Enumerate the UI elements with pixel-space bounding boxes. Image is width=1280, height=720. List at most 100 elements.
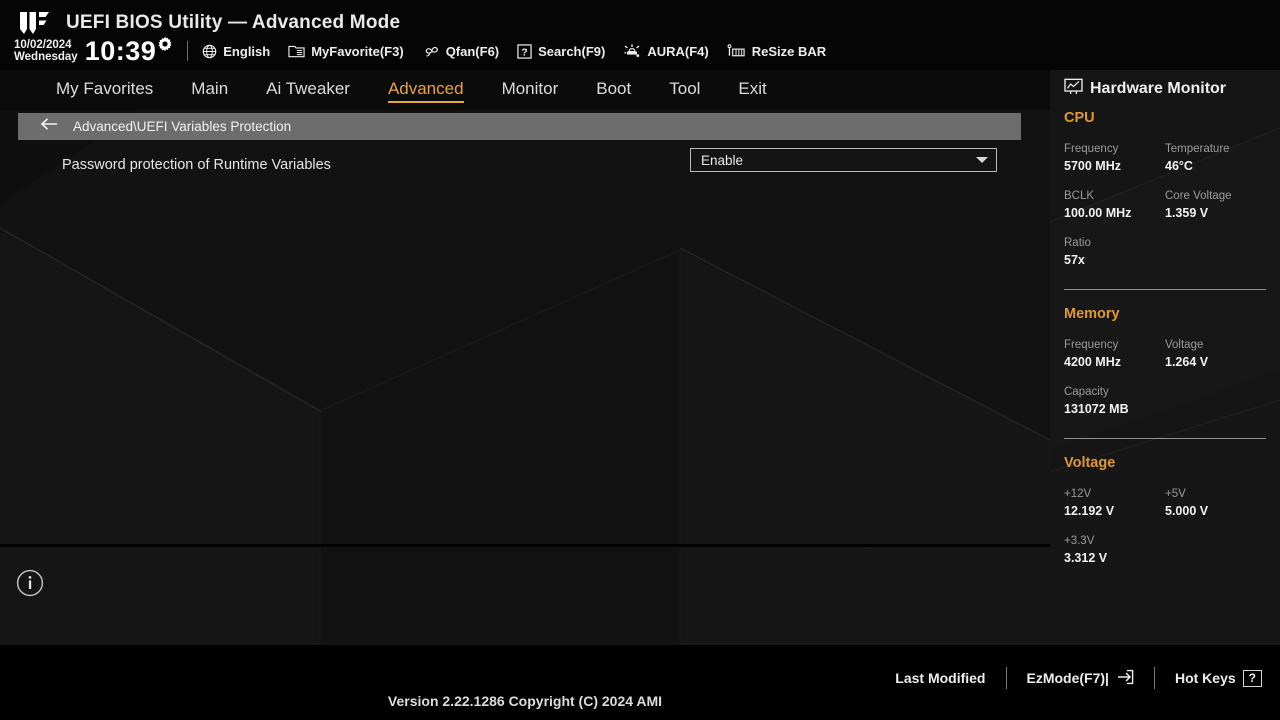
header-shortcut-label: English [223, 43, 271, 59]
ezmode-button[interactable]: EzMode(F7)| [1027, 669, 1134, 688]
hw-reading-key: Temperature [1165, 143, 1230, 155]
hw-reading: Core Voltage 1.359 V [1165, 189, 1266, 222]
tab-tool[interactable]: Tool [669, 79, 700, 101]
hw-readings-voltage: +12V 12.192 V +5V 5.000 V +3.3V 3.312 V [1064, 487, 1266, 581]
header-shortcut-search[interactable]: ? Search(F9) [517, 44, 605, 59]
password-protection-dropdown[interactable]: Enable [690, 148, 997, 172]
hw-reading: Temperature 46°C [1165, 142, 1266, 175]
content-panel: Advanced\UEFI Variables Protection Passw… [0, 110, 1050, 645]
header-shortcut-label: Qfan(F6) [445, 43, 500, 59]
setting-label: Password protection of Runtime Variables [62, 157, 331, 173]
title-row: UEFI BIOS Utility — Advanced Mode [18, 10, 400, 36]
tab-main[interactable]: Main [191, 79, 228, 101]
aura-light-icon [623, 43, 641, 59]
hw-reading-value: 46°C [1165, 159, 1193, 174]
header-shortcut-resize-bar[interactable]: ReSize BAR [727, 43, 826, 59]
question-box-icon: ? [517, 43, 532, 59]
weekday-text: Wednesday [14, 51, 78, 63]
hw-reading: Capacity 131072 MB [1064, 385, 1266, 418]
hw-reading-value: 57x [1064, 253, 1085, 268]
footer-divider [1153, 667, 1155, 689]
hw-reading-key: BCLK [1064, 190, 1095, 202]
hw-reading-key: Ratio [1064, 237, 1091, 249]
hot-keys-button[interactable]: Hot Keys ? [1174, 669, 1262, 687]
hw-reading-value: 131072 MB [1064, 402, 1129, 417]
clock-text: 10:39 [84, 36, 157, 66]
hw-reading-value: 1.359 V [1165, 206, 1209, 221]
hw-reading: +3.3V 3.312 V [1064, 534, 1266, 567]
hw-readings-memory: Frequency 4200 MHz Voltage 1.264 V Capac… [1064, 338, 1266, 432]
hw-reading-key: Core Voltage [1165, 190, 1232, 202]
hardware-monitor-body: CPU Frequency 5700 MHz Temperature 46°C … [1050, 110, 1280, 581]
chevron-down-icon [976, 157, 988, 163]
info-icon[interactable] [16, 569, 44, 602]
hw-reading-value: 100.00 MHz [1064, 206, 1132, 221]
hot-keys-label: Hot Keys [1174, 670, 1236, 686]
hw-reading: BCLK 100.00 MHz [1064, 189, 1165, 222]
resize-bar-icon [727, 43, 746, 59]
hw-section-title-cpu: CPU [1064, 110, 1095, 126]
date-display: 10/02/2024 Wednesday [14, 39, 78, 63]
tab-exit[interactable]: Exit [738, 79, 766, 101]
hw-reading-value: 1.264 V [1165, 355, 1209, 370]
fan-icon [422, 44, 440, 59]
tab-ai-tweaker[interactable]: Ai Tweaker [266, 79, 350, 101]
hardware-monitor-title: Hardware Monitor [1064, 78, 1226, 100]
last-modified-button[interactable]: Last Modified [895, 670, 985, 686]
header-shortcut-label: Search(F9) [538, 43, 606, 59]
help-area [0, 547, 1050, 645]
hardware-monitor-panel: Hardware Monitor CPU Frequency 5700 MHz … [1050, 70, 1280, 645]
header-shortcut-english[interactable]: English [202, 44, 270, 59]
hw-reading-key: +5V [1165, 488, 1186, 500]
exit-arrow-icon [1116, 669, 1134, 688]
breadcrumb[interactable]: Advanced\UEFI Variables Protection [18, 113, 1021, 140]
tab-boot[interactable]: Boot [596, 79, 631, 101]
tab-monitor[interactable]: Monitor [502, 79, 559, 101]
tuf-gaming-logo [18, 10, 52, 36]
globe-icon [202, 44, 217, 59]
hw-reading-key: Capacity [1064, 386, 1109, 398]
favorites-list-icon [288, 44, 305, 58]
setting-row-password-protection: Password protection of Runtime Variables… [0, 148, 1050, 182]
hw-reading-key: Voltage [1165, 339, 1204, 351]
hw-reading: Voltage 1.264 V [1165, 338, 1266, 371]
header-shortcut-myfavorite[interactable]: MyFavorite(F3) [288, 43, 404, 59]
header-shortcut-label: AURA(F4) [647, 43, 709, 59]
breadcrumb-path: Advanced\UEFI Variables Protection [73, 119, 292, 134]
hot-keys-badge: ? [1242, 669, 1262, 687]
date-text: 10/02/2024 [14, 38, 72, 51]
ezmode-label: EzMode(F7)| [1026, 670, 1109, 686]
back-arrow-icon[interactable] [40, 117, 59, 136]
header-shortcut-label: MyFavorite(F3) [311, 43, 404, 59]
version-text: Version 2.22.1286 Copyright (C) 2024 AMI [387, 693, 663, 709]
hw-reading: +5V 5.000 V [1165, 487, 1266, 520]
hardware-monitor-title-text: Hardware Monitor [1090, 80, 1227, 97]
svg-text:?: ? [521, 47, 527, 58]
header-meta-row: 10/02/2024 Wednesday 10:39 English MyFav… [14, 36, 826, 66]
hw-reading-value: 3.312 V [1064, 551, 1108, 566]
footer-bar: Last Modified EzMode(F7)| Hot Keys ? Ver… [0, 645, 1280, 720]
header-shortcut-label: ReSize BAR [751, 43, 827, 59]
header-shortcut-aura[interactable]: AURA(F4) [623, 43, 709, 59]
monitor-icon [1064, 78, 1083, 100]
hw-reading-key: +3.3V [1064, 535, 1095, 547]
hw-section-title-memory: Memory [1064, 306, 1120, 322]
header-divider [187, 41, 189, 61]
tab-my-favorites[interactable]: My Favorites [56, 79, 153, 101]
hw-separator [1064, 289, 1266, 290]
main-nav-tabs: My Favorites Main Ai Tweaker Advanced Mo… [0, 70, 1050, 110]
bios-screen: UEFI BIOS Utility — Advanced Mode 10/02/… [0, 0, 1280, 720]
dropdown-value: Enable [701, 152, 744, 168]
hw-reading-key: Frequency [1064, 339, 1119, 351]
hw-reading: Ratio 57x [1064, 236, 1266, 269]
hw-reading-key: Frequency [1064, 143, 1119, 155]
hw-reading: Frequency 4200 MHz [1064, 338, 1165, 371]
tab-advanced[interactable]: Advanced [387, 79, 464, 103]
hw-reading: Frequency 5700 MHz [1064, 142, 1165, 175]
hw-section-title-voltage: Voltage [1064, 455, 1116, 471]
hw-readings-cpu: Frequency 5700 MHz Temperature 46°C BCLK… [1064, 142, 1266, 283]
gear-icon[interactable] [157, 36, 173, 57]
hw-reading: +12V 12.192 V [1064, 487, 1165, 520]
header-bar: UEFI BIOS Utility — Advanced Mode 10/02/… [0, 0, 1280, 70]
header-shortcut-qfan[interactable]: Qfan(F6) [422, 44, 499, 59]
